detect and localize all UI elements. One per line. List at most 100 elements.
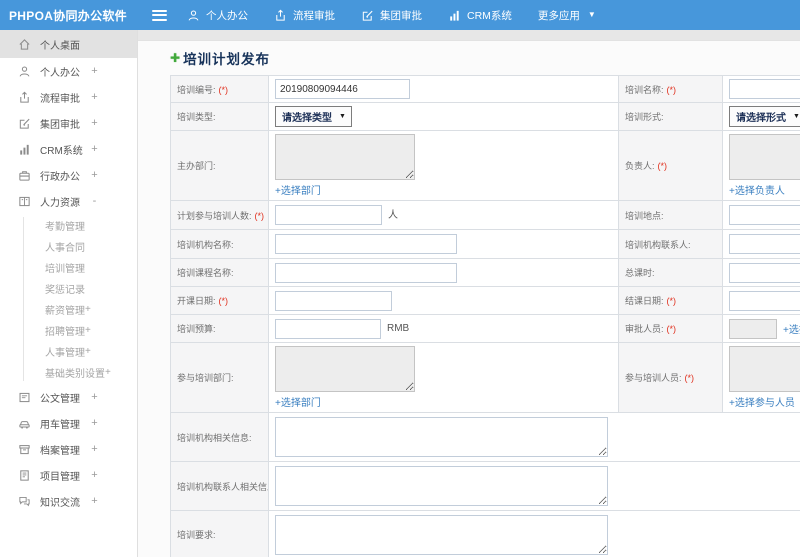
sidebar-item-hr[interactable]: 人力资源 - [0,188,137,214]
sidebar-item-knowledge-exchange[interactable]: 知识交流 + [0,488,137,514]
select-department-link[interactable]: +选择部门 [275,182,321,197]
field-label: 培训机构相关信息: [170,412,269,462]
budget-input[interactable] [275,318,381,339]
form-row: 培训编号:(*) 培训名称:(*) [170,75,800,103]
expand-plus-icon[interactable]: + [90,117,99,129]
sidebar-item-group-approval[interactable]: 集团审批 + [0,110,137,136]
expand-plus-icon[interactable]: + [85,346,91,357]
expand-plus-icon[interactable]: + [90,443,99,455]
end-date-input[interactable] [729,290,800,311]
sidebar-subitem-label: 人事管理 [45,348,85,359]
flow-icon [274,9,287,22]
collapse-minus-icon[interactable]: - [90,195,99,207]
nav-personal-office[interactable]: 个人办公 [187,8,248,23]
sidebar-item-personnel-contract[interactable]: 人事合同 [0,236,137,257]
training-location-input[interactable] [729,205,800,225]
car-icon [18,417,31,430]
training-name-input[interactable] [729,79,800,99]
menu-toggle-icon[interactable] [152,9,167,21]
caret-down-icon: ▼ [793,113,800,120]
expand-plus-icon[interactable]: + [105,367,111,378]
field-label: 培训名称: (*) [618,75,723,103]
expand-plus-icon[interactable]: + [90,495,99,507]
home-icon [18,38,31,51]
sidebar-item-document-management[interactable]: 公文管理 + [0,384,137,410]
expand-plus-icon[interactable]: + [85,325,91,336]
planned-participants-input[interactable] [275,205,382,225]
expand-plus-icon[interactable]: + [85,304,91,315]
form-row: 培训机构相关信息: [170,412,800,462]
select-approver-link[interactable]: +选择审批人员 [783,321,800,336]
training-form-select[interactable]: 请选择形式 ▼ [729,106,800,127]
required-marker: (*) [666,324,677,334]
archive-icon [18,443,31,456]
field-label: 主办部门: [170,130,269,201]
select-participants-link[interactable]: +选择参与人员 [729,394,795,409]
expand-plus-icon[interactable]: + [90,169,99,181]
training-plan-form: 培训编号:(*) 培训名称:(*) 培训类型: 请选择类型 ▼ 培训形式: 请选择… [170,75,800,557]
approver-box[interactable] [729,318,777,339]
content-panel: ✚ 培训计划发布 培训编号:(*) 培训名称:(*) 培训类型: 请选择类型 ▼ … [138,41,800,557]
main-content: ✚ 培训计划发布 培训编号:(*) 培训名称:(*) 培训类型: 请选择类型 ▼ … [138,30,800,557]
nav-label: 流程审批 [293,9,335,22]
course-name-input[interactable] [275,262,457,283]
sidebar-item-crm[interactable]: CRM系统 + [0,136,137,162]
training-type-select[interactable]: 请选择类型 ▼ [275,106,352,127]
expand-plus-icon[interactable]: + [90,391,99,403]
host-department-box[interactable] [275,134,415,180]
expand-plus-icon[interactable]: + [90,469,99,481]
sidebar-item-personnel-management[interactable]: 人事管理 + [0,341,137,362]
start-date-input[interactable] [275,290,392,311]
training-number-input[interactable] [275,79,410,99]
expand-plus-icon[interactable]: + [90,91,99,103]
sidebar-item-project-management[interactable]: 项目管理 + [0,462,137,488]
nav-crm[interactable]: CRM系统 [448,8,512,23]
sidebar-item-admin-office[interactable]: 行政办公 + [0,162,137,188]
sidebar-item-workflow-approval[interactable]: 流程审批 + [0,84,137,110]
nav-label: 集团审批 [380,9,422,22]
participating-departments-box[interactable] [275,346,415,392]
org-info-textarea[interactable] [275,417,608,457]
total-hours-input[interactable] [729,262,800,283]
sidebar-item-label: 集团审批 [40,119,80,131]
form-row: 开课日期: (*) 结课日期: (*) [170,286,800,315]
org-contact-input[interactable] [729,234,800,254]
select-value: 请选择形式 [736,113,786,124]
field-label: 参与培训部门: [170,342,269,413]
form-row: 培训课程名称: 总课时: [170,258,800,287]
field-label: 计划参与培训人数: (*) [170,200,269,230]
user-icon [18,65,31,78]
nav-label: 更多应用 [537,9,580,22]
expand-plus-icon[interactable]: + [90,65,99,77]
nav-workflow-approval[interactable]: 流程审批 [274,8,335,23]
nav-group-approval[interactable]: 集团审批 [361,8,422,23]
sidebar-item-archive-management[interactable]: 档案管理 + [0,436,137,462]
sidebar-item-base-category-settings[interactable]: 基础类别设置 + [0,362,137,383]
expand-plus-icon[interactable]: + [90,143,99,155]
sidebar-item-personal-office[interactable]: 个人办公 + [0,58,137,84]
form-row: 培训机构名称: 培训机构联系人: [170,229,800,259]
select-leader-link[interactable]: +选择负责人 [729,182,785,197]
sidebar-item-attendance-management[interactable]: 考勤管理 [0,215,137,236]
select-department-link[interactable]: +选择部门 [275,394,321,409]
form-row: 参与培训部门: +选择部门 参与培训人员: (*) +选择参与人员 [170,342,800,413]
sidebar-item-salary-management[interactable]: 薪资管理 + [0,299,137,320]
leader-box[interactable] [729,134,800,180]
sidebar-item-label: 知识交流 [40,497,80,509]
sidebar-item-reward-punishment[interactable]: 奖惩记录 [0,278,137,299]
field-label: 培训地点: [618,200,723,230]
sidebar-item-vehicle-management[interactable]: 用车管理 + [0,410,137,436]
field-label: 开课日期: (*) [170,286,269,315]
training-requirements-textarea[interactable] [275,514,608,555]
org-name-input[interactable] [275,234,457,254]
participants-box[interactable] [729,346,800,392]
sidebar-item-label: 公文管理 [40,393,80,405]
sidebar-item-desktop[interactable]: 个人桌面 [0,30,137,58]
nav-more-apps[interactable]: 更多应用 ▼ [538,8,596,23]
org-contact-info-textarea[interactable] [275,466,608,506]
sidebar-item-training-management[interactable]: 培训管理 [0,257,137,278]
sidebar-item-recruitment-management[interactable]: 招聘管理 + [0,320,137,341]
sidebar-subitem-label: 奖惩记录 [45,285,85,296]
expand-plus-icon[interactable]: + [90,417,99,429]
content-header-strip [138,30,800,41]
